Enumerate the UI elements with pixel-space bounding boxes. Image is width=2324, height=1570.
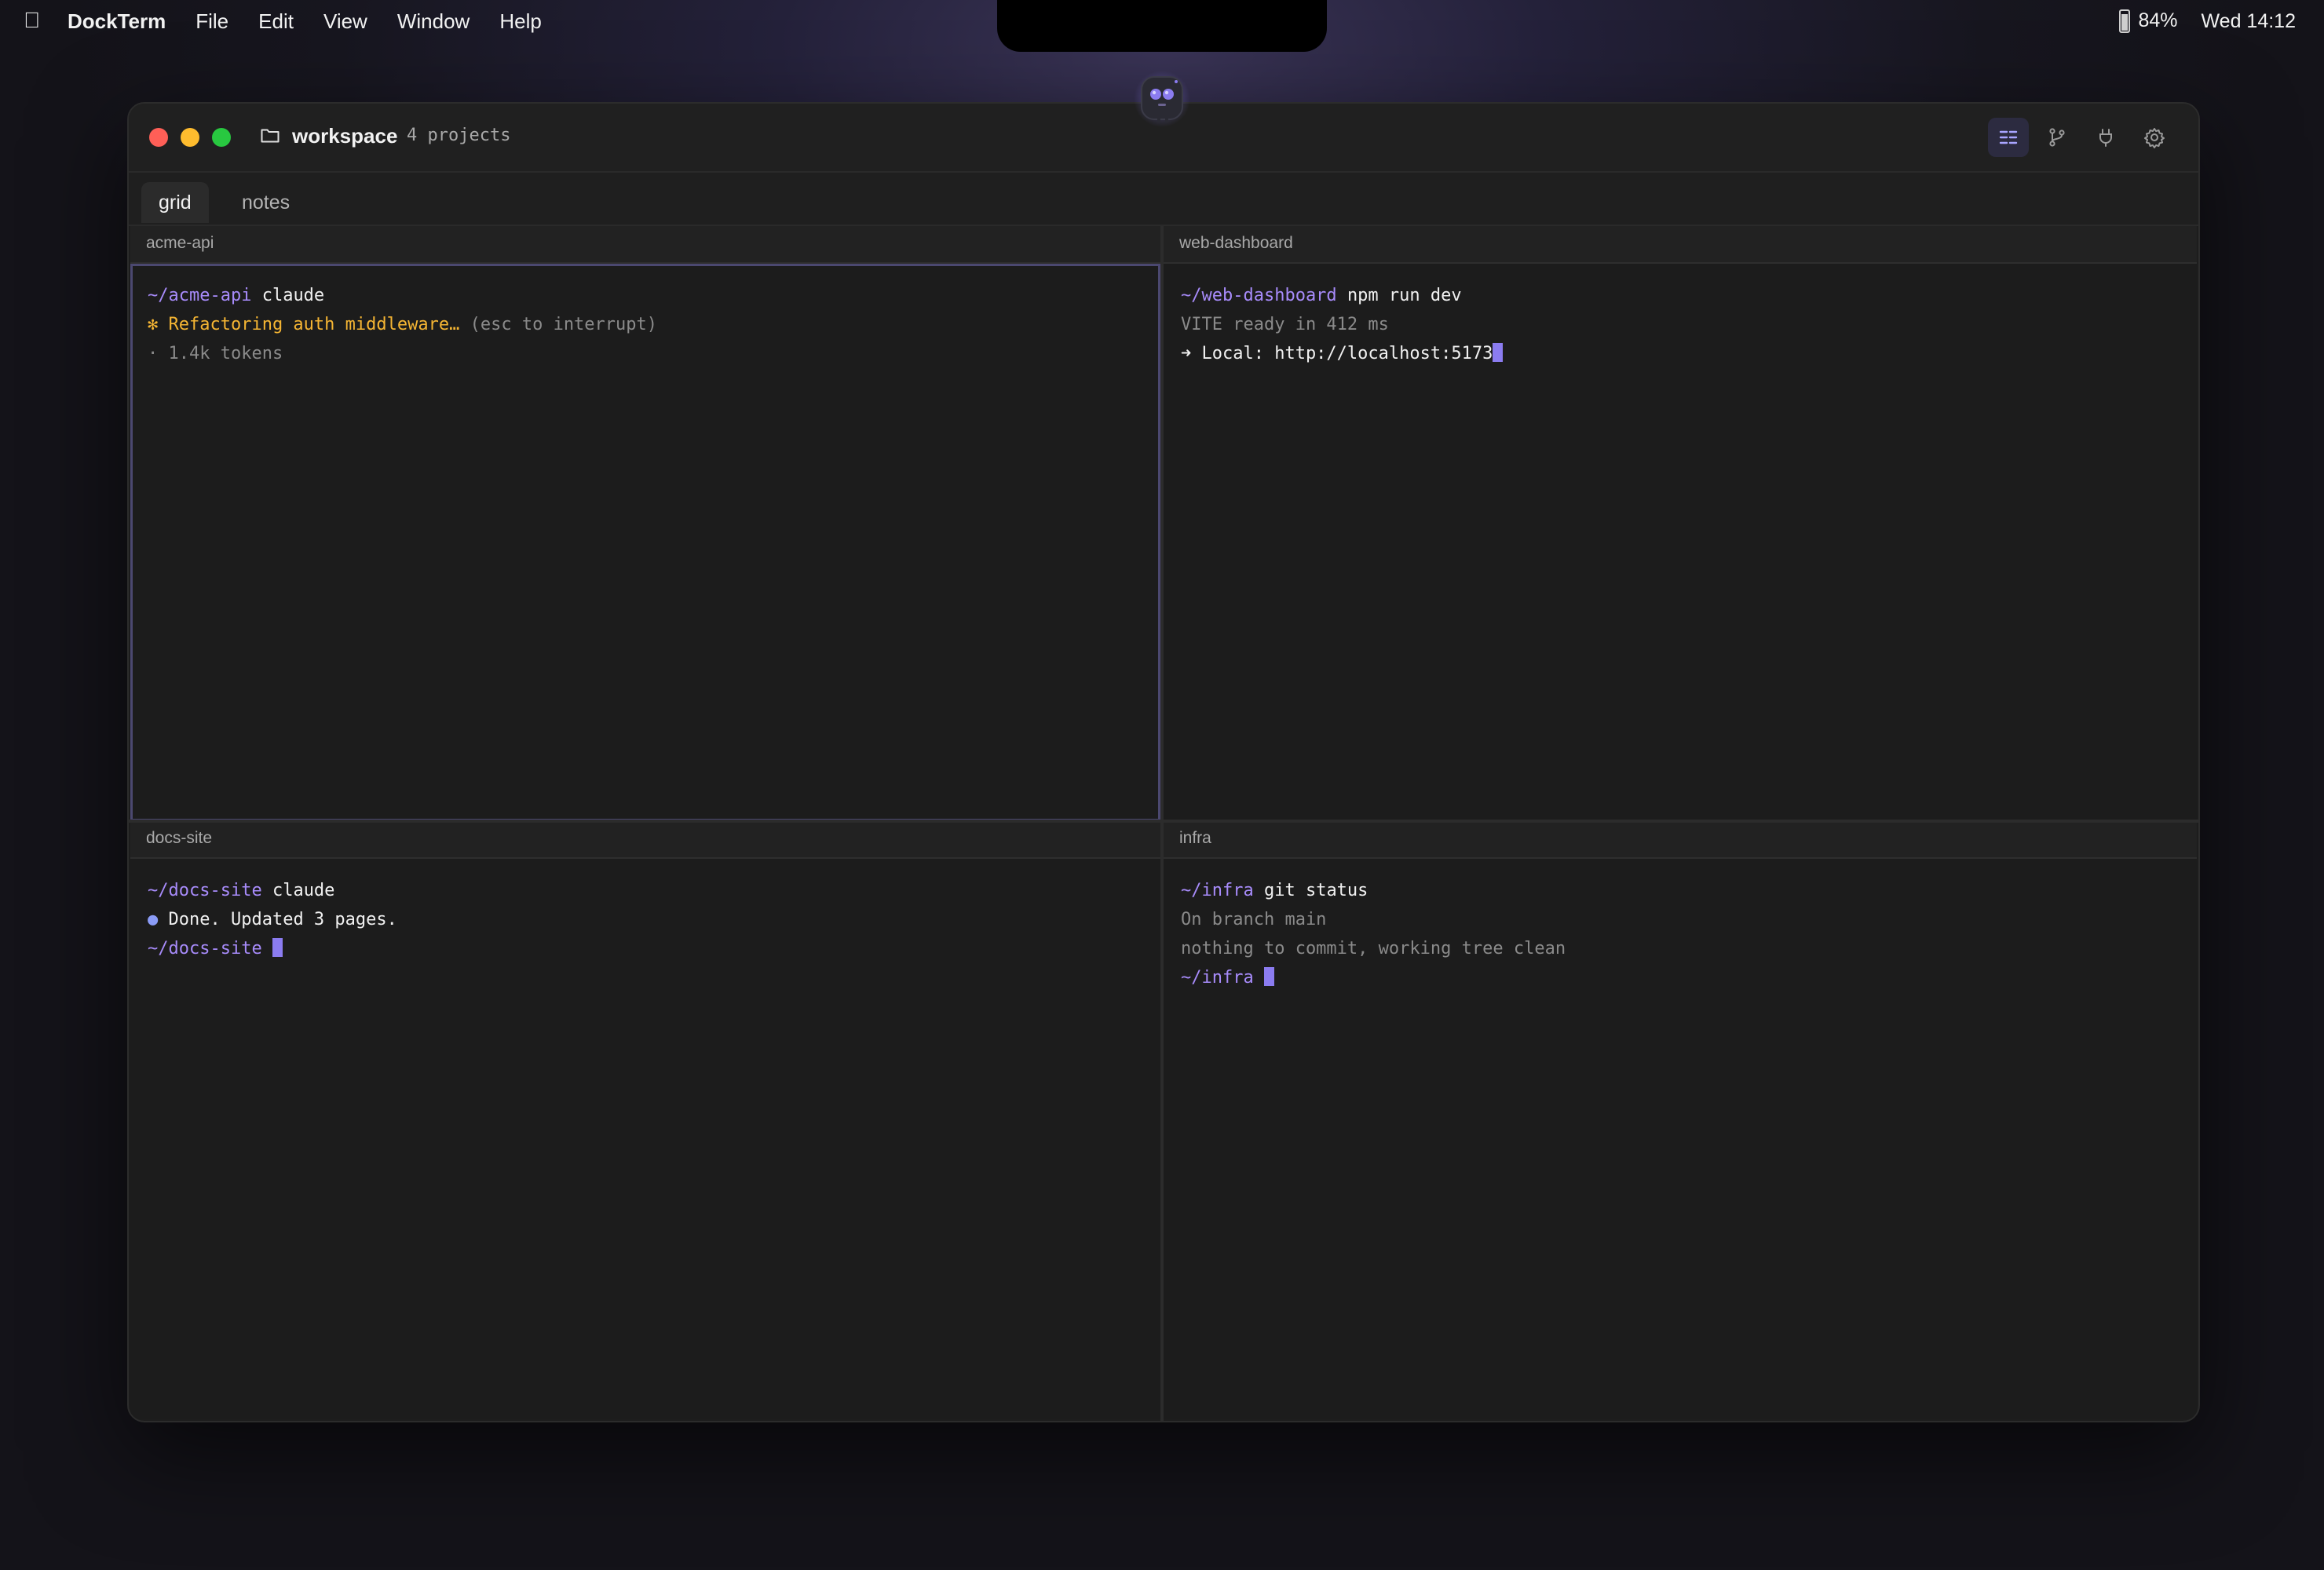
menu-window[interactable]: Window bbox=[397, 9, 470, 34]
minimize-button[interactable] bbox=[181, 128, 199, 147]
terminal-line: VITE ready in 412 ms bbox=[1181, 310, 2180, 339]
pane-title: infra bbox=[1179, 829, 1211, 847]
command-text: claude bbox=[272, 881, 335, 900]
output-text: On branch main bbox=[1181, 910, 1327, 929]
terminal-line: On branch main bbox=[1181, 905, 2180, 934]
folder-icon bbox=[261, 129, 280, 143]
pane-title: acme-api bbox=[146, 234, 214, 252]
workspace-name[interactable]: workspace bbox=[292, 124, 397, 148]
terminal-line: ~/docs-site bbox=[148, 934, 1143, 963]
terminal-output[interactable]: ~/docs-site claude ● Done. Updated 3 pag… bbox=[130, 859, 1160, 1419]
mascot-icon[interactable] bbox=[1134, 69, 1190, 132]
done-bullet-icon: ● bbox=[148, 910, 159, 929]
battery-status[interactable]: 84% bbox=[2119, 9, 2178, 34]
pane-header: web-dashboard bbox=[1164, 226, 2197, 264]
plugins-button[interactable] bbox=[2085, 118, 2126, 157]
spinner-status: ✻ Refactoring auth middleware… bbox=[148, 315, 460, 334]
menu-view[interactable]: View bbox=[323, 9, 367, 34]
shell-prompt: ~/acme-api bbox=[148, 286, 252, 305]
clock[interactable]: Wed 14:12 bbox=[2202, 10, 2296, 33]
terminal-window: workspace 4 projects grid notes acme-api… bbox=[127, 102, 2200, 1422]
menu-help[interactable]: Help bbox=[499, 9, 541, 34]
token-count: · 1.4k tokens bbox=[148, 344, 283, 363]
tab-bar: grid notes bbox=[129, 173, 2198, 226]
command-text: claude bbox=[261, 286, 325, 305]
output-text: nothing to commit, working tree clean bbox=[1181, 939, 1566, 958]
terminal-pane-acme-api[interactable]: acme-api ~/acme-api claude ✻ Refactoring… bbox=[130, 226, 1160, 821]
command-text: git status bbox=[1263, 881, 1368, 900]
terminal-line: ✻ Refactoring auth middleware… (esc to i… bbox=[148, 310, 1143, 339]
terminal-line: ~/infra bbox=[1181, 963, 2180, 992]
shell-prompt: ~/infra bbox=[1181, 881, 1254, 900]
shell-prompt: ~/web-dashboard bbox=[1181, 286, 1337, 305]
close-button[interactable] bbox=[149, 128, 168, 147]
gear-icon bbox=[2144, 128, 2165, 148]
menu-app-name[interactable]: DockTerm bbox=[68, 9, 166, 34]
plug-icon bbox=[2099, 129, 2112, 147]
interrupt-hint: (esc to interrupt) bbox=[470, 315, 658, 334]
pane-header: docs-site bbox=[130, 821, 1160, 859]
terminal-line: · 1.4k tokens bbox=[148, 339, 1143, 368]
pane-divider-vertical[interactable] bbox=[1160, 226, 1164, 1421]
terminal-line: ~/docs-site claude bbox=[148, 876, 1143, 905]
tab-grid[interactable]: grid bbox=[141, 182, 209, 223]
shell-prompt: ~/docs-site bbox=[148, 881, 262, 900]
project-count: 4 projects bbox=[407, 126, 511, 145]
terminal-output[interactable]: ~/acme-api claude ✻ Refactoring auth mid… bbox=[130, 264, 1160, 821]
menu-edit[interactable]: Edit bbox=[258, 9, 294, 34]
pane-title: web-dashboard bbox=[1179, 234, 1293, 252]
pane-header: acme-api bbox=[130, 226, 1160, 264]
terminal-pane-infra[interactable]: infra ~/infra git status On branch main … bbox=[1164, 821, 2197, 1419]
shell-prompt: ~/infra bbox=[1181, 968, 1254, 988]
menu-list: DockTerm File Edit View Window Help bbox=[68, 0, 542, 42]
git-button[interactable] bbox=[2037, 118, 2077, 157]
camera-notch bbox=[997, 0, 1327, 52]
pane-header: infra bbox=[1164, 821, 2197, 859]
command-text: npm run dev bbox=[1347, 286, 1462, 305]
git-branch-icon bbox=[2049, 128, 2065, 147]
terminal-line: ➜ Local: http://localhost:5173 bbox=[1181, 339, 2180, 368]
terminal-line: ● Done. Updated 3 pages. bbox=[148, 905, 1143, 934]
terminal-cursor bbox=[1263, 967, 1274, 986]
terminal-pane-web-dashboard[interactable]: web-dashboard ~/web-dashboard npm run de… bbox=[1164, 226, 2197, 821]
status-area: 84% Wed 14:12 bbox=[2119, 0, 2296, 42]
grid-layout-button[interactable] bbox=[1988, 118, 2029, 157]
shell-prompt: ~/docs-site bbox=[148, 939, 262, 958]
battery-icon bbox=[2119, 9, 2131, 34]
terminal-pane-docs-site[interactable]: docs-site ~/docs-site claude ● Done. Upd… bbox=[130, 821, 1160, 1419]
terminal-output[interactable]: ~/web-dashboard npm run dev VITE ready i… bbox=[1164, 264, 2197, 821]
pane-divider-horizontal[interactable] bbox=[129, 820, 2198, 823]
zoom-button[interactable] bbox=[212, 128, 231, 147]
terminal-cursor bbox=[272, 938, 283, 957]
pane-title: docs-site bbox=[146, 829, 213, 847]
output-text: Done. Updated 3 pages. bbox=[168, 910, 397, 929]
grid-layout-icon bbox=[1999, 130, 2018, 144]
terminal-line: ~/infra git status bbox=[1181, 876, 2180, 905]
terminal-output[interactable]: ~/infra git status On branch main nothin… bbox=[1164, 859, 2197, 1419]
settings-button[interactable] bbox=[2134, 118, 2175, 157]
terminal-line: ~/acme-api claude bbox=[148, 281, 1143, 310]
terminal-cursor bbox=[1493, 343, 1504, 362]
local-url[interactable]: ➜ Local: http://localhost:5173 bbox=[1181, 344, 1493, 363]
tab-notes[interactable]: notes bbox=[225, 182, 307, 223]
output-text: VITE ready in 412 ms bbox=[1181, 315, 1389, 334]
apple-icon[interactable]:  bbox=[24, 8, 40, 33]
terminal-line: nothing to commit, working tree clean bbox=[1181, 934, 2180, 963]
battery-percent: 84% bbox=[2138, 9, 2178, 31]
menu-file[interactable]: File bbox=[195, 9, 228, 34]
terminal-line: ~/web-dashboard npm run dev bbox=[1181, 281, 2180, 310]
